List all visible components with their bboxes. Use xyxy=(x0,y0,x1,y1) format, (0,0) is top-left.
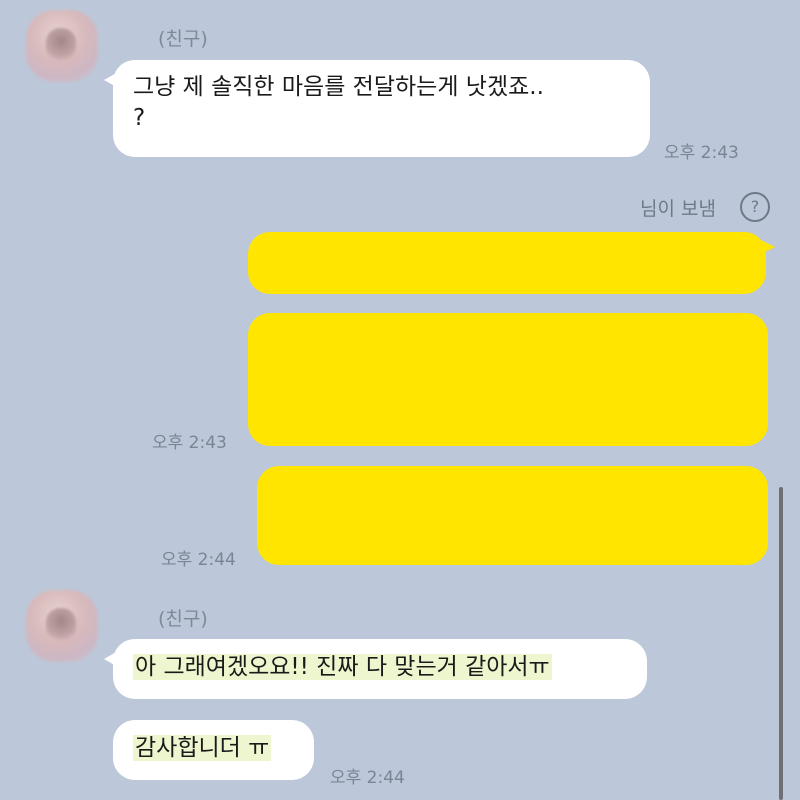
bubble-tail xyxy=(104,72,118,88)
message-text: 감사합니더 ㅠ xyxy=(133,735,272,761)
message-bubble-received[interactable]: 아 그래여겠오요!! 진짜 다 맞는거 같아서ㅠ xyxy=(104,639,647,699)
sender-name: (친구) xyxy=(158,608,208,630)
message-text-line: ? xyxy=(133,105,146,131)
message-text: 아 그래여겠오요!! 진짜 다 맞는거 같아서ㅠ xyxy=(133,654,552,680)
message-timestamp: 오후 2:44 xyxy=(330,768,405,788)
message-bubble-sent[interactable] xyxy=(248,232,775,294)
sender-name: (친구) xyxy=(158,28,208,50)
friend-avatar[interactable] xyxy=(26,10,98,82)
help-icon[interactable]: ? xyxy=(740,192,770,222)
message-bubble-sent[interactable] xyxy=(257,466,768,565)
bubble-tail xyxy=(761,240,775,254)
message-bubble-received[interactable]: 감사합니더 ㅠ xyxy=(113,720,314,780)
message-bubble-sent[interactable] xyxy=(248,313,768,446)
sent-by-label: 님이 보냄 xyxy=(640,198,716,220)
message-bubble-received[interactable]: 그냥 제 솔직한 마음를 전달하는게 낫겠죠.. ? xyxy=(104,60,650,157)
bubble-tail xyxy=(104,651,118,667)
avatar-image xyxy=(46,608,76,644)
message-timestamp: 오후 2:44 xyxy=(161,550,236,570)
scrollbar[interactable] xyxy=(779,487,783,800)
avatar-image xyxy=(46,28,76,64)
message-text-line: 그냥 제 솔직한 마음를 전달하는게 낫겠죠.. xyxy=(133,74,544,100)
message-timestamp: 오후 2:43 xyxy=(152,433,227,453)
friend-avatar[interactable] xyxy=(26,590,98,662)
message-timestamp: 오후 2:43 xyxy=(664,143,739,163)
